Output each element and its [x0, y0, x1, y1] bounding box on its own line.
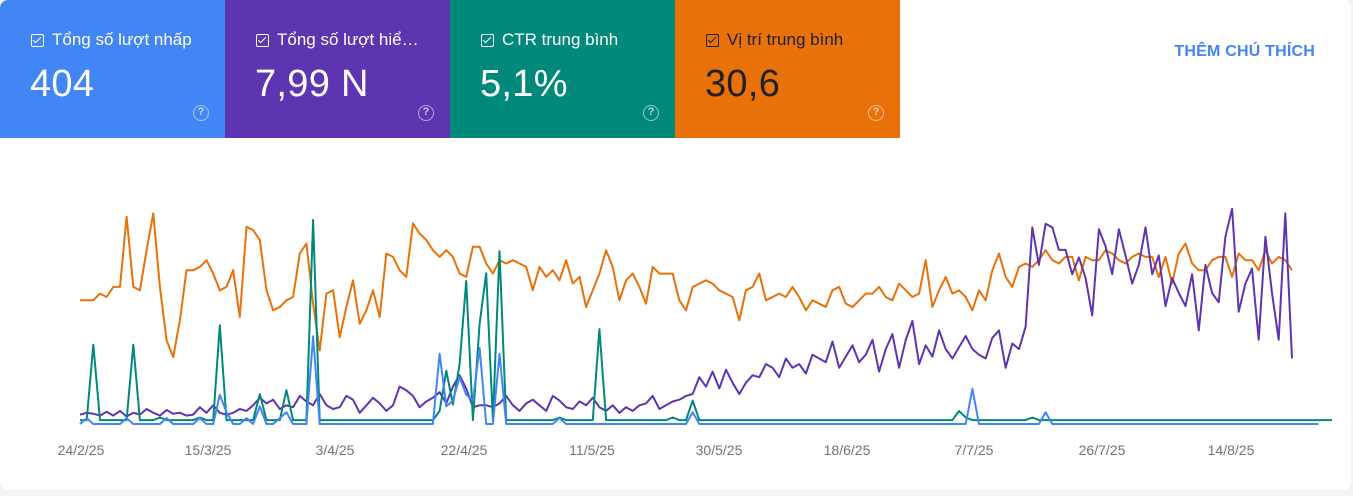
x-axis: 24/2/25 15/3/25 3/4/25 22/4/25 11/5/25 30/5/2… — [58, 442, 1255, 458]
series-line — [79, 207, 1293, 418]
x-tick-label: 11/5/25 — [569, 442, 615, 458]
x-tick-label: 18/6/25 — [824, 442, 871, 458]
x-tick-label: 26/7/25 — [1079, 442, 1126, 458]
x-tick-label: 15/3/25 — [185, 442, 232, 458]
x-tick-label: 30/5/25 — [696, 442, 743, 458]
x-tick-label: 24/2/25 — [58, 442, 105, 458]
x-tick-label: 22/4/25 — [441, 442, 488, 458]
performance-card: Tổng số lượt nhấp 404 ? Tổng số lượt hiể… — [0, 0, 1351, 490]
x-tick-label: 3/4/25 — [316, 442, 355, 458]
series-line — [80, 218, 1332, 422]
series-line — [79, 335, 1319, 425]
performance-line-chart: 24/2/25 15/3/25 3/4/25 22/4/25 11/5/25 30/5/2… — [58, 207, 1332, 458]
chart-series — [79, 207, 1332, 425]
x-tick-label: 14/8/25 — [1208, 442, 1255, 458]
x-tick-label: 7/7/25 — [955, 442, 994, 458]
series-line — [80, 212, 1293, 359]
